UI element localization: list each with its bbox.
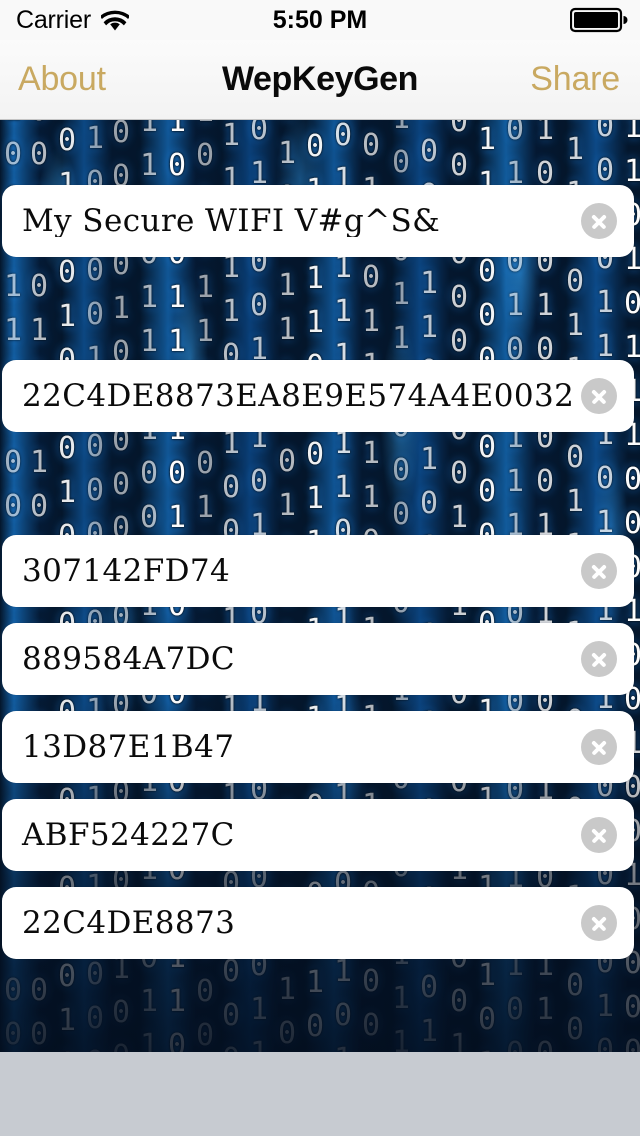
wep-key-64-field-5-value[interactable]: 22C4DE8873 xyxy=(2,908,581,939)
wep-key-128-field[interactable]: 22C4DE8873EA8E9E574A4E0032 xyxy=(2,360,634,432)
status-bar-right xyxy=(570,0,628,40)
clear-circle-icon[interactable] xyxy=(581,905,617,941)
clear-circle-icon[interactable] xyxy=(581,641,617,677)
wep-key-128-field-value[interactable]: 22C4DE8873EA8E9E574A4E0032 xyxy=(2,381,581,412)
ssid-field[interactable]: My Secure WIFI V#g^S& xyxy=(2,185,634,257)
battery-full-icon xyxy=(570,7,628,33)
wep-key-64-field-3-value[interactable]: 13D87E1B47 xyxy=(2,732,581,763)
wep-key-64-field-4[interactable]: ABF524227C xyxy=(2,799,634,871)
status-bar: Carrier 5:50 PM xyxy=(0,0,640,40)
wep-key-64-field-2[interactable]: 889584A7DC xyxy=(2,623,634,695)
clear-circle-icon[interactable] xyxy=(581,553,617,589)
clear-circle-icon[interactable] xyxy=(581,378,617,414)
ssid-field-value[interactable]: My Secure WIFI V#g^S& xyxy=(2,206,581,237)
wep-key-64-field-5[interactable]: 22C4DE8873 xyxy=(2,887,634,959)
clock-label: 5:50 PM xyxy=(272,5,368,34)
bottom-toolbar-area xyxy=(0,1052,640,1136)
wep-key-64-field-1-value[interactable]: 307142FD74 xyxy=(2,556,581,587)
clear-circle-icon[interactable] xyxy=(581,203,617,239)
wep-key-64-field-3[interactable]: 13D87E1B47 xyxy=(2,711,634,783)
wep-key-64-field-4-value[interactable]: ABF524227C xyxy=(2,820,581,851)
clear-circle-icon[interactable] xyxy=(581,817,617,853)
app-screen: Carrier 5:50 PM About WepKeyGen Share My… xyxy=(0,0,640,1136)
wep-key-64-field-1[interactable]: 307142FD74 xyxy=(2,535,634,607)
main-content: 1 0 0 0 1 1 0 0 0 0 1 1 0 0 1 0 0 1 0 1 … xyxy=(0,120,640,1052)
navigation-bar: About WepKeyGen Share xyxy=(0,40,640,120)
clear-circle-icon[interactable] xyxy=(581,729,617,765)
wep-key-64-field-2-value[interactable]: 889584A7DC xyxy=(2,644,581,675)
share-button[interactable]: Share xyxy=(530,40,620,119)
